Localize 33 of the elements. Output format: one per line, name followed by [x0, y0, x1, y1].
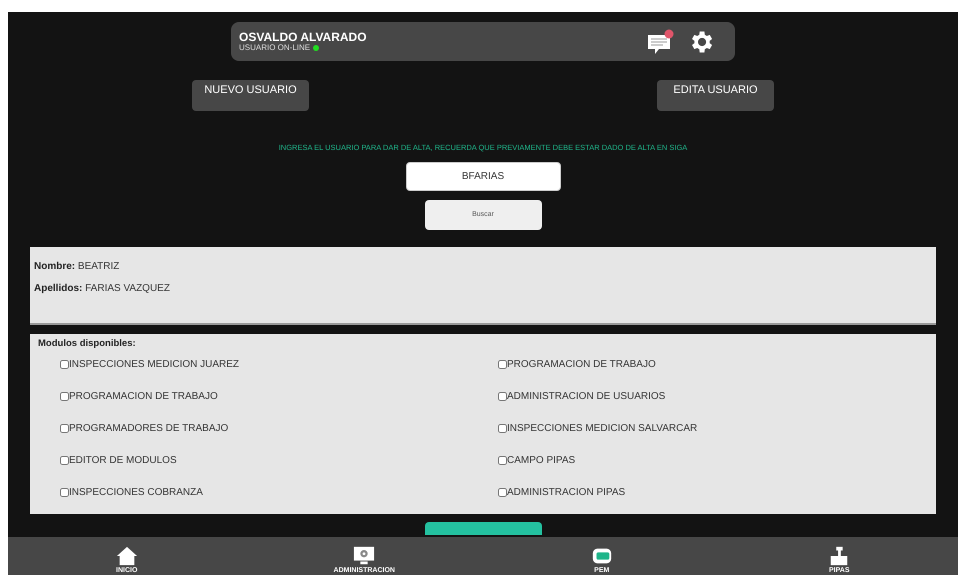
module-label: ADMINISTRACION PIPAS — [507, 488, 626, 498]
user-name: OSVALDO ALVARADO — [239, 31, 367, 43]
module-checkbox[interactable] — [498, 456, 507, 466]
module-checkbox[interactable] — [60, 424, 69, 434]
module-label: INSPECCIONES MEDICION JUAREZ — [69, 360, 240, 370]
user-info-line: Nombre: BEATRIZ — [34, 262, 120, 272]
module-label: CAMPO PIPAS — [507, 456, 576, 466]
user-info-line: Apellidos: FARIAS VAZQUEZ — [34, 284, 171, 294]
module-checkbox[interactable] — [60, 360, 69, 370]
module-label: INSPECCIONES COBRANZA — [69, 488, 203, 498]
modules-title: Modulos disponibles: — [38, 339, 137, 349]
message-icon[interactable] — [647, 28, 675, 54]
wrench-machine-icon — [828, 545, 850, 567]
module-label: EDITOR DE MODULOS — [69, 456, 177, 466]
module-checkbox[interactable] — [498, 392, 507, 402]
module-label: INSPECCIONES MEDICION SALVARCAR — [507, 424, 698, 434]
module-checkbox[interactable] — [498, 424, 507, 434]
new-user-button[interactable]: NUEVO USUARIO — [192, 80, 309, 111]
module-label: PROGRAMACION DE TRABAJO — [507, 360, 656, 370]
module-checkbox[interactable] — [498, 488, 507, 498]
module-checkbox[interactable] — [60, 392, 69, 402]
monitor-gear-icon — [353, 545, 376, 567]
module-label: PROGRAMADORES DE TRABAJO — [69, 424, 228, 434]
module-checkbox[interactable] — [60, 456, 69, 466]
partially-hidden-button[interactable] — [424, 522, 542, 536]
user-status: USUARIO ON-LINE — [239, 44, 310, 52]
username-input-field[interactable]: BFARIAS — [406, 162, 560, 192]
edit-user-button[interactable]: EDITA USUARIO — [657, 80, 774, 111]
home-icon — [116, 545, 138, 567]
module-checkbox[interactable] — [60, 488, 69, 498]
module-label: ADMINISTRACION DE USUARIOS — [507, 392, 666, 402]
module-checkbox[interactable] — [498, 360, 507, 370]
module-label: PROGRAMACION DE TRABAJO — [69, 392, 218, 402]
